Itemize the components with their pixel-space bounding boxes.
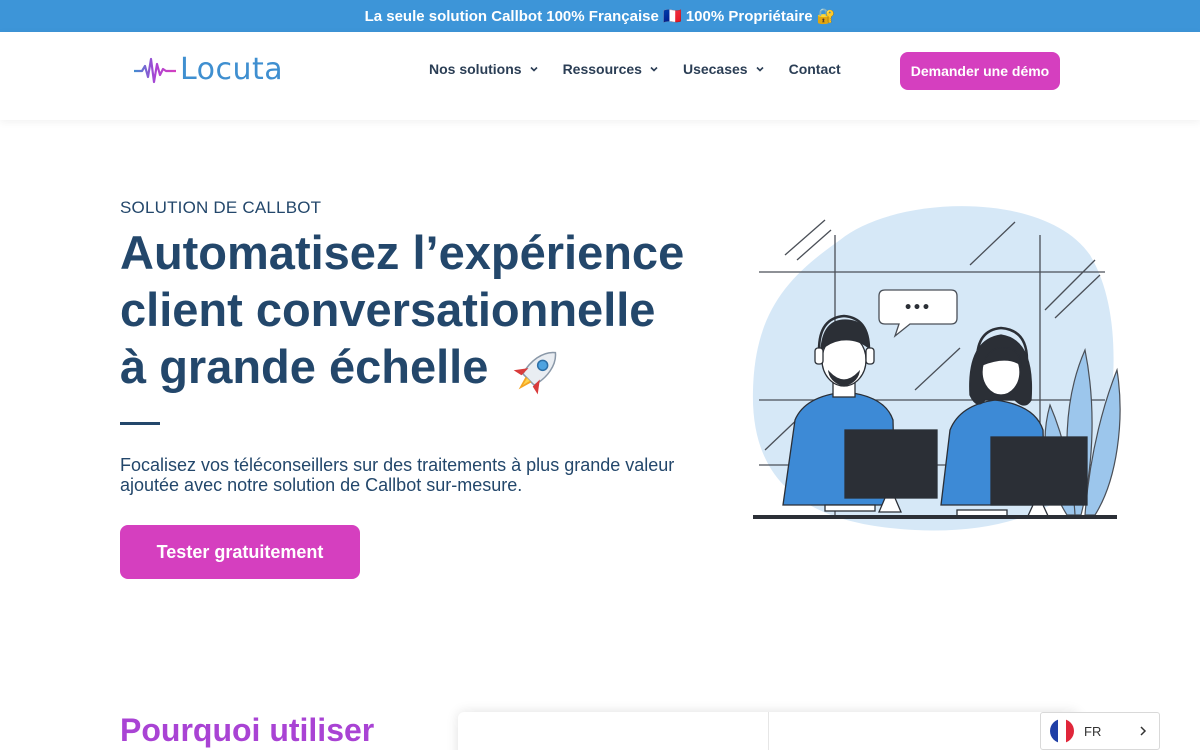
nav-item-label: Usecases bbox=[682, 61, 748, 77]
language-code: FR bbox=[1084, 723, 1102, 739]
chevron-right-icon bbox=[1140, 726, 1147, 736]
chevron-down-icon bbox=[756, 66, 764, 72]
nav-item-label: Contact bbox=[788, 61, 841, 77]
nav-item-ressources[interactable]: Ressources bbox=[563, 61, 659, 77]
feature-card bbox=[458, 712, 1078, 750]
chevron-down-icon bbox=[650, 66, 658, 72]
free-trial-button[interactable]: Tester gratuitement bbox=[120, 525, 360, 579]
card-divider bbox=[768, 712, 769, 750]
call-center-illustration: ••• bbox=[752, 206, 1121, 531]
waveform-icon bbox=[134, 57, 176, 83]
hero-title-line-3: à grande échelle bbox=[120, 340, 489, 393]
hero-description: Focalisez vos téléconseillers sur des tr… bbox=[120, 455, 675, 495]
nav-item-nos-solutions[interactable]: Nos solutions bbox=[429, 61, 539, 77]
nav-item-usecases[interactable]: Usecases bbox=[683, 61, 765, 77]
nav-item-contact[interactable]: Contact bbox=[789, 61, 841, 77]
language-switcher[interactable]: FR bbox=[1040, 712, 1160, 750]
nav-item-label: Ressources bbox=[562, 61, 642, 77]
france-flag-icon bbox=[1050, 719, 1074, 743]
main-nav: Nos solutions Ressources Usecases Contac… bbox=[429, 61, 865, 77]
hero-title-line-2: client conversationnelle bbox=[120, 283, 656, 336]
announcement-text: La seule solution Callbot 100% Française… bbox=[364, 8, 836, 25]
logo-text: Locuta bbox=[180, 52, 284, 87]
site-header: Locuta Nos solutions Ressources Usecases… bbox=[0, 32, 1200, 120]
section-title: Pourquoi utiliser bbox=[120, 712, 375, 748]
nav-item-label: Nos solutions bbox=[429, 61, 522, 77]
logo[interactable]: Locuta bbox=[134, 52, 283, 87]
chevron-down-icon bbox=[529, 66, 538, 72]
demo-request-button[interactable]: Demander une démo bbox=[900, 52, 1060, 90]
hero-divider bbox=[120, 422, 160, 425]
hero-eyebrow: SOLUTION DE CALLBOT bbox=[120, 198, 322, 217]
hero-title-line-1: Automatisez l’expérience bbox=[120, 226, 685, 279]
rocket-icon bbox=[514, 351, 557, 394]
speech-bubble-dots: ••• bbox=[904, 300, 931, 316]
hero-title: Automatisez l’expérience client conversa… bbox=[120, 224, 720, 401]
announcement-bar: La seule solution Callbot 100% Française… bbox=[0, 0, 1200, 32]
